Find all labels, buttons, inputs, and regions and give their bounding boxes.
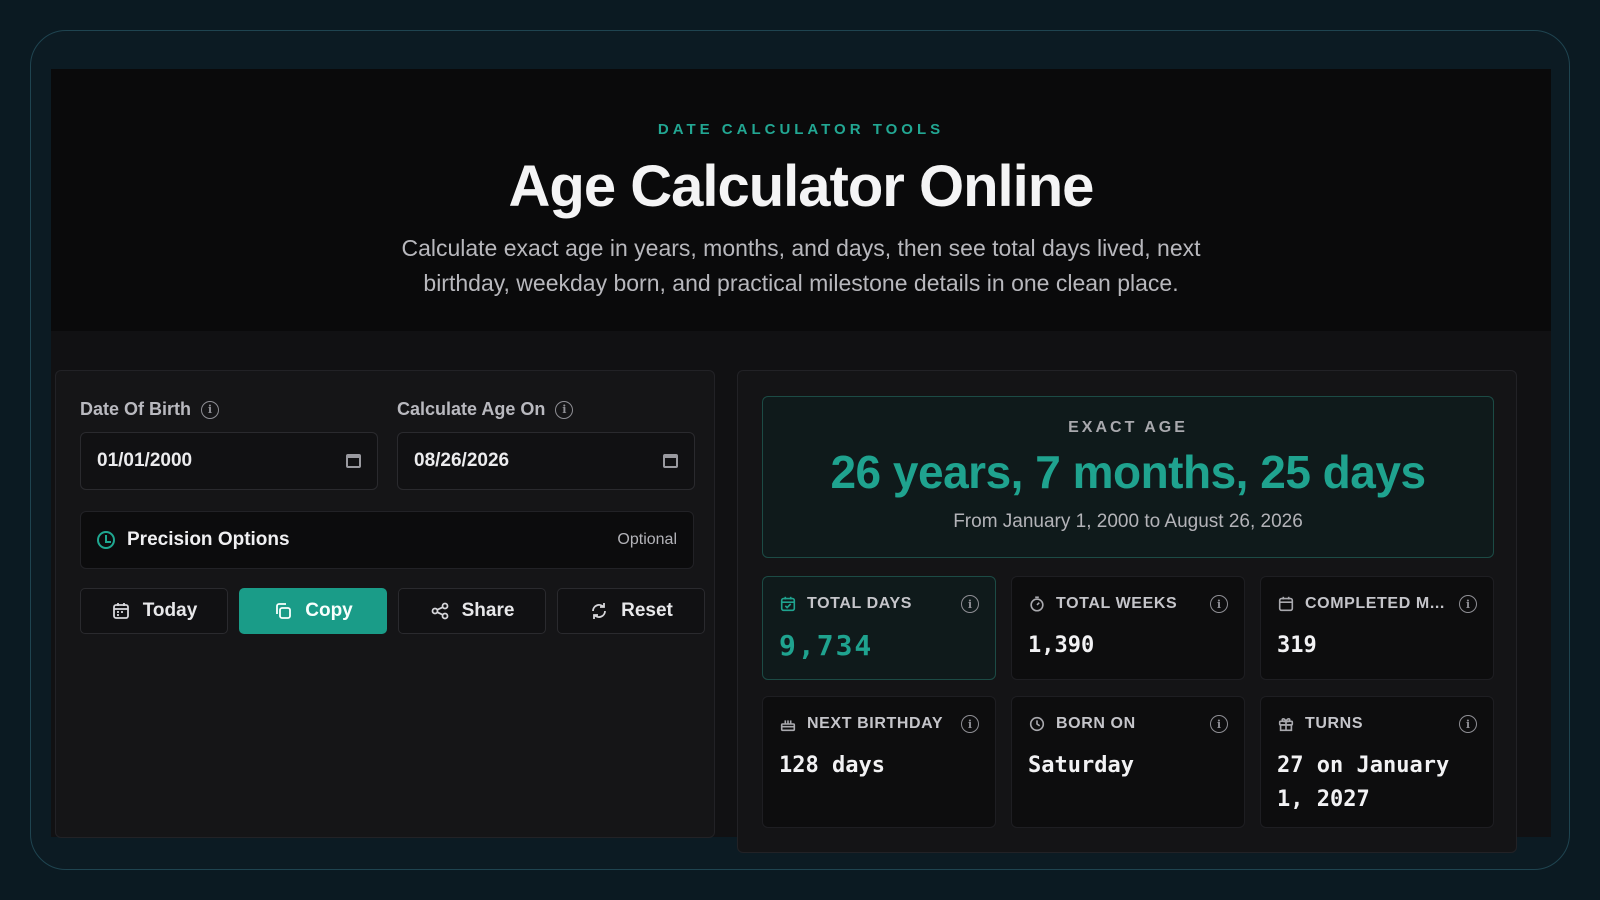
- stat-value: Saturday: [1028, 753, 1134, 778]
- calc-on-input[interactable]: 08/26/2026: [397, 432, 695, 490]
- stat-name: COMPLETED M...: [1305, 595, 1445, 612]
- copy-label: Copy: [305, 600, 353, 621]
- stat-name: NEXT BIRTHDAY: [807, 715, 944, 732]
- copy-icon: [276, 603, 292, 619]
- info-icon[interactable]: i: [555, 400, 574, 419]
- results-panel: EXACT AGE 26 years, 7 months, 25 days Fr…: [737, 370, 1517, 853]
- precision-hint: Optional: [617, 531, 677, 548]
- today-button[interactable]: Today: [80, 588, 228, 634]
- input-panel: Date Of Birth i 01/01/2000 Calculate Age…: [55, 370, 715, 838]
- calendar-icon: [112, 603, 129, 619]
- stat-value: 27 on January 1, 2027: [1277, 753, 1450, 812]
- info-icon[interactable]: i: [1459, 715, 1477, 733]
- exact-age-range: From January 1, 2000 to August 26, 2026: [953, 511, 1303, 532]
- hero-section: DATE CALCULATOR TOOLS Age Calculator Onl…: [51, 69, 1551, 331]
- share-icon: [431, 602, 448, 620]
- calendar-picker-icon[interactable]: [663, 454, 678, 468]
- calc-on-value: 08/26/2026: [414, 450, 510, 471]
- stat-value: 9,734: [779, 629, 874, 662]
- clock-icon: [97, 531, 115, 549]
- timer-icon: [1030, 596, 1044, 612]
- info-icon[interactable]: i: [961, 715, 979, 733]
- precision-label: Precision Options: [127, 529, 290, 550]
- copy-button[interactable]: Copy: [239, 588, 387, 634]
- share-label: Share: [461, 600, 515, 621]
- info-icon[interactable]: i: [961, 595, 979, 613]
- today-label: Today: [142, 600, 198, 621]
- gift-icon: [1278, 718, 1294, 732]
- info-icon[interactable]: i: [201, 400, 220, 419]
- stat-name: TOTAL DAYS: [807, 595, 912, 612]
- history-icon: [1029, 716, 1045, 732]
- share-button[interactable]: Share: [398, 588, 546, 634]
- info-icon[interactable]: i: [1210, 715, 1228, 733]
- dob-input[interactable]: 01/01/2000: [80, 432, 378, 490]
- stat-total-weeks: TOTAL WEEKS i 1,390: [1011, 576, 1245, 680]
- stat-value: 319: [1277, 633, 1317, 658]
- stat-value: 128 days: [779, 753, 885, 778]
- action-buttons: Today Copy Share Reset: [80, 588, 705, 634]
- info-icon[interactable]: i: [1210, 595, 1228, 613]
- calc-on-label: Calculate Age On i: [397, 399, 574, 420]
- stat-name: BORN ON: [1056, 715, 1136, 732]
- stat-name: TOTAL WEEKS: [1056, 595, 1178, 612]
- calendar-icon: [1278, 596, 1294, 612]
- stat-born-on: BORN ON i Saturday: [1011, 696, 1245, 828]
- exact-age-label: EXACT AGE: [1068, 419, 1188, 436]
- precision-options-toggle[interactable]: Precision Options Optional: [80, 511, 694, 569]
- page-subtitle: Calculate exact age in years, months, an…: [401, 235, 1201, 296]
- stat-total-days: TOTAL DAYS i 9,734: [762, 576, 996, 680]
- app-frame: DATE CALCULATOR TOOLS Age Calculator Onl…: [30, 30, 1570, 870]
- reset-icon: [592, 603, 607, 619]
- calc-on-label-text: Calculate Age On: [397, 399, 546, 419]
- reset-button[interactable]: Reset: [557, 588, 705, 634]
- reset-label: Reset: [621, 600, 673, 621]
- stat-next-birthday: NEXT BIRTHDAY i 128 days: [762, 696, 996, 828]
- stat-completed-months: COMPLETED M... i 319: [1260, 576, 1494, 680]
- exact-age-value: 26 years, 7 months, 25 days: [830, 446, 1426, 498]
- calculator-card: DATE CALCULATOR TOOLS Age Calculator Onl…: [51, 69, 1551, 853]
- calendar-picker-icon[interactable]: [346, 454, 361, 468]
- stat-turns: TURNS i 27 on January 1, 2027: [1260, 696, 1494, 828]
- calendar-icon: [780, 596, 796, 612]
- info-icon[interactable]: i: [1459, 595, 1477, 613]
- exact-age-card: EXACT AGE 26 years, 7 months, 25 days Fr…: [762, 396, 1494, 558]
- page-title: Age Calculator Online: [508, 154, 1095, 219]
- dob-label-text: Date Of Birth: [80, 399, 192, 419]
- stat-value: 1,390: [1028, 633, 1095, 658]
- cake-icon: [780, 720, 796, 732]
- eyebrow-text: DATE CALCULATOR TOOLS: [657, 121, 945, 138]
- dob-value: 01/01/2000: [97, 450, 193, 471]
- dob-label: Date Of Birth i: [80, 399, 220, 420]
- stat-name: TURNS: [1305, 715, 1364, 732]
